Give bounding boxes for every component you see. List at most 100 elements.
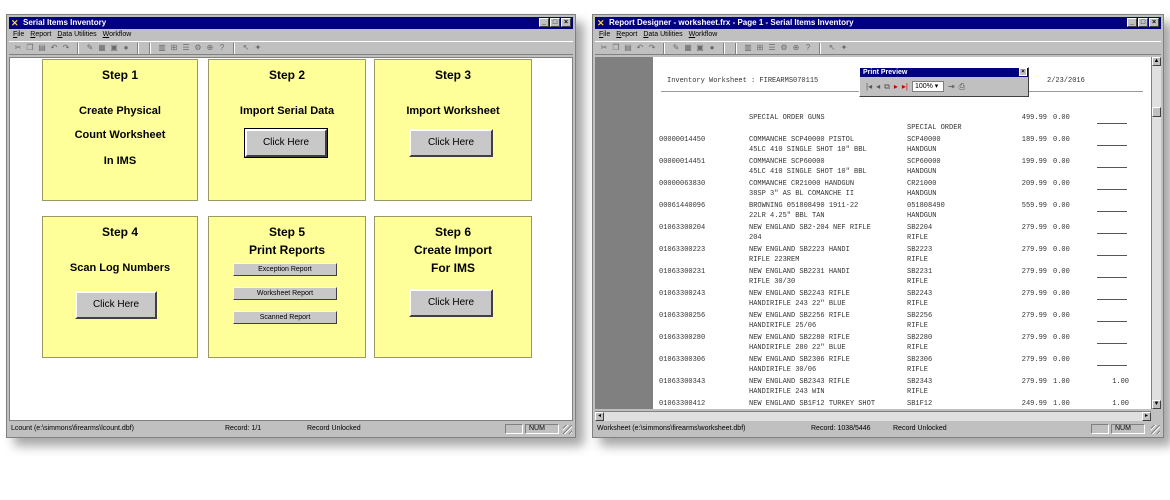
edit-icon[interactable]: ✎ xyxy=(85,43,95,53)
step-5-label: Step 5 xyxy=(268,225,305,239)
zoom-select[interactable]: 100% ▾ xyxy=(911,81,944,92)
paste-icon[interactable]: ▤ xyxy=(37,43,47,53)
section-price: 499.99 xyxy=(1021,114,1047,122)
resize-grip[interactable] xyxy=(563,425,572,434)
scroll-left-arrow[interactable]: ◂ xyxy=(595,412,604,421)
form-icon[interactable]: ▦ xyxy=(683,43,693,53)
scroll-right-arrow[interactable]: ▸ xyxy=(1142,412,1151,421)
grid-icon[interactable]: ⊞ xyxy=(755,43,765,53)
step-3-label: Step 3 xyxy=(434,68,471,82)
step-6-click-here-button[interactable]: Click Here xyxy=(409,289,493,317)
step-4-click-here-button[interactable]: Click Here xyxy=(75,291,157,319)
section-row: SPECIAL ORDER GUNS SPECIAL ORDER 499.99 … xyxy=(653,113,1151,133)
worksheet-report-button[interactable]: Worksheet Report xyxy=(233,287,337,300)
item-code: SB2231 xyxy=(907,268,933,276)
wand-icon[interactable]: ✦ xyxy=(839,43,849,53)
last-page-icon[interactable]: ▸| xyxy=(902,82,908,91)
item-number: 01063300412 xyxy=(659,400,706,408)
next-page-icon[interactable]: ▸ xyxy=(894,82,898,91)
menu-file[interactable]: File xyxy=(599,30,610,40)
list-icon[interactable]: ☰ xyxy=(767,43,777,53)
item-description: BROWNING 051808490 1911-22 xyxy=(749,202,859,210)
close-preview-icon[interactable]: ⇥ xyxy=(948,82,955,91)
record-icon[interactable]: ● xyxy=(707,43,717,53)
goto-page-icon[interactable]: ⧉ xyxy=(884,82,890,92)
menu-workflow[interactable]: Workflow xyxy=(103,30,132,40)
item-category: RIFLE xyxy=(907,278,929,286)
item-code: SB2343 xyxy=(907,378,933,386)
pointer-icon[interactable]: ↖ xyxy=(241,43,251,53)
report-title: Inventory Worksheet : FIREARMS070115 xyxy=(667,77,819,85)
paste-icon[interactable]: ▤ xyxy=(623,43,633,53)
table-row: 01063300412 NEW ENGLAND SB1F12 TURKEY SHO… xyxy=(653,399,1151,409)
table-icon[interactable]: ▥ xyxy=(743,43,753,53)
menu-data-utilities[interactable]: Data Utilities xyxy=(643,30,682,40)
item-description: NEW ENGLAND SB2306 RIFLE xyxy=(749,356,850,364)
print-icon[interactable]: ⎙ xyxy=(959,82,965,92)
redo-icon[interactable]: ↷ xyxy=(61,43,71,53)
minimize-button[interactable]: _ xyxy=(539,18,549,27)
tools-icon[interactable]: ⚙ xyxy=(193,43,203,53)
status-blank xyxy=(505,424,523,434)
help-icon[interactable]: ? xyxy=(217,43,227,53)
vertical-scrollbar[interactable]: ▲ ▼ xyxy=(1151,57,1161,409)
copy-icon[interactable]: ❐ xyxy=(25,43,35,53)
form-icon[interactable]: ▦ xyxy=(97,43,107,53)
item-number: 01063300280 xyxy=(659,334,706,342)
copy-icon[interactable]: ❐ xyxy=(611,43,621,53)
minimize-button[interactable]: _ xyxy=(1127,18,1137,27)
list-icon[interactable]: ☰ xyxy=(181,43,191,53)
scroll-thumb[interactable] xyxy=(1152,107,1161,117)
serial-items-window: ✕ Serial Items Inventory _ □ × File Repo… xyxy=(6,14,576,438)
table-row: 01063300243 NEW ENGLAND SB2243 RIFLE HANDI… xyxy=(653,289,1151,309)
find-icon[interactable]: ⊕ xyxy=(205,43,215,53)
redo-icon[interactable]: ↷ xyxy=(647,43,657,53)
help-icon[interactable]: ? xyxy=(803,43,813,53)
item-description: NEW ENGLAND SB2343 RIFLE xyxy=(749,378,850,386)
pointer-icon[interactable]: ↖ xyxy=(827,43,837,53)
table-icon[interactable]: ▥ xyxy=(157,43,167,53)
first-page-icon[interactable]: |◂ xyxy=(866,82,872,91)
undo-icon[interactable]: ↶ xyxy=(635,43,645,53)
maximize-button[interactable]: □ xyxy=(550,18,560,27)
item-number: 00000014450 xyxy=(659,136,706,144)
horizontal-scrollbar[interactable]: ◂ ▸ xyxy=(595,411,1151,421)
item-description-2: RIFLE 223REM xyxy=(749,256,800,264)
cut-icon[interactable]: ✂ xyxy=(13,43,23,53)
resize-grip[interactable] xyxy=(1151,425,1160,434)
step-2-click-here-button[interactable]: Click Here xyxy=(244,128,328,158)
grid-icon[interactable]: ⊞ xyxy=(169,43,179,53)
menu-report[interactable]: Report xyxy=(616,30,637,40)
tools-icon[interactable]: ⚙ xyxy=(779,43,789,53)
find-icon[interactable]: ⊕ xyxy=(791,43,801,53)
maximize-button[interactable]: □ xyxy=(1138,18,1148,27)
step-3-click-here-button[interactable]: Click Here xyxy=(409,129,493,157)
prev-page-icon[interactable]: ◂ xyxy=(876,82,880,91)
wand-icon[interactable]: ✦ xyxy=(253,43,263,53)
section-name: SPECIAL ORDER GUNS xyxy=(749,114,825,122)
menu-data-utilities[interactable]: Data Utilities xyxy=(57,30,96,40)
step-4-panel: Step 4 Scan Log Numbers Click Here xyxy=(42,216,198,358)
table-row: 00000014451 COMMANCHE SCP60000 45LC 410 SI… xyxy=(653,157,1151,177)
scanned-report-button[interactable]: Scanned Report xyxy=(233,311,337,324)
image-icon[interactable]: ▣ xyxy=(695,43,705,53)
menu-file[interactable]: File xyxy=(13,30,24,40)
count-blank-line xyxy=(1097,211,1127,212)
undo-icon[interactable]: ↶ xyxy=(49,43,59,53)
exception-report-button[interactable]: Exception Report xyxy=(233,263,337,276)
item-category: HANDGUN xyxy=(907,168,937,176)
edit-icon[interactable]: ✎ xyxy=(671,43,681,53)
menu-report[interactable]: Report xyxy=(30,30,51,40)
menu-workflow[interactable]: Workflow xyxy=(689,30,718,40)
status-num: NUM xyxy=(1111,424,1145,434)
scroll-up-arrow[interactable]: ▲ xyxy=(1152,57,1161,66)
print-preview-close-button[interactable]: × xyxy=(1019,68,1027,76)
image-icon[interactable]: ▣ xyxy=(109,43,119,53)
cut-icon[interactable]: ✂ xyxy=(599,43,609,53)
status-file: Worksheet (e:\simmons\firearms\worksheet… xyxy=(597,425,746,432)
record-icon[interactable]: ● xyxy=(121,43,131,53)
close-button[interactable]: × xyxy=(561,18,571,27)
item-category: HANDGUN xyxy=(907,190,937,198)
close-button[interactable]: × xyxy=(1149,18,1159,27)
scroll-down-arrow[interactable]: ▼ xyxy=(1152,400,1161,409)
